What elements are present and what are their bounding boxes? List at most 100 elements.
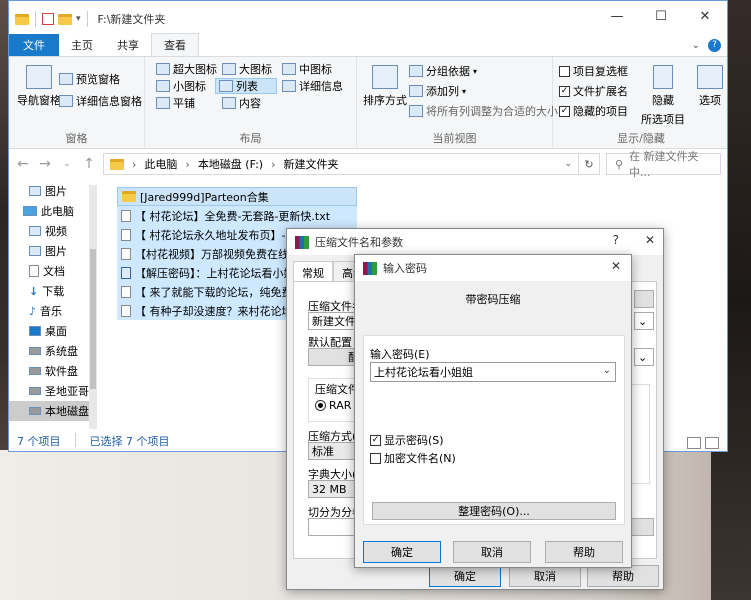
selected-count: 已选择 7 个项目 [89, 435, 170, 448]
drive-icon [29, 387, 41, 395]
archive-name-dropdown[interactable]: ⌄ [634, 312, 654, 330]
nav-item-system-drive[interactable]: 系统盘 [9, 341, 89, 361]
up-icon[interactable]: ↑ [81, 156, 97, 172]
desktop-icon [29, 326, 41, 336]
pictures-icon [29, 186, 41, 196]
nav-item-software-drive[interactable]: 软件盘 [9, 361, 89, 381]
refresh-button[interactable]: ↻ [578, 153, 600, 175]
preview-pane-button[interactable]: 预览窗格 [59, 71, 120, 87]
tab-view[interactable]: 查看 [151, 33, 199, 56]
nav-item-pictures-2[interactable]: 图片 [9, 241, 89, 261]
layout-small-icons[interactable]: 小图标 [153, 78, 209, 94]
help-button[interactable]: 帮助 [587, 565, 659, 587]
layout-list[interactable]: 列表 [215, 78, 277, 94]
address-dropdown-icon[interactable]: ⌄ [564, 159, 572, 169]
nav-item-drive-3[interactable]: 圣地亚哥 [9, 381, 89, 401]
nav-scrollbar[interactable] [89, 185, 97, 429]
fit-columns-button[interactable]: 将所有列调整为合适的大小 [409, 103, 558, 119]
dialog-title-bar: 压缩文件名和参数 ? ✕ [287, 229, 663, 255]
password-panel: 输入密码(E) 上村花论坛看小姐姐 ⌄ ✓ 显示密码(S) 加密文件名(N) 整理… [363, 335, 625, 525]
new-folder-icon[interactable] [58, 13, 72, 25]
layout-medium-icons[interactable]: 中图标 [279, 61, 335, 77]
nav-item-this-pc[interactable]: 此电脑 [9, 201, 89, 221]
window-title: F:\新建文件夹 [97, 13, 166, 26]
cancel-button[interactable]: 取消 [509, 565, 581, 587]
folder-icon [15, 13, 29, 25]
chevron-down-icon[interactable]: ▾ [76, 14, 81, 24]
hide-selected-icon [653, 65, 673, 89]
nav-pane-button[interactable]: 导航窗格 [17, 65, 61, 108]
breadcrumb-drive[interactable]: 本地磁盘 (F:) [198, 156, 263, 172]
update-mode-dropdown[interactable]: ⌄ [634, 348, 654, 366]
list-icon [219, 80, 233, 92]
cancel-button[interactable]: 取消 [453, 541, 531, 563]
ok-button[interactable]: 确定 [429, 565, 501, 587]
nav-item-music[interactable]: ♪ 音乐 [9, 301, 89, 321]
text-file-icon [121, 304, 131, 317]
group-by-button[interactable]: 分组依据 ▾ [409, 63, 477, 79]
breadcrumb-this-pc[interactable]: 此电脑 [144, 156, 177, 172]
content-icon [222, 97, 236, 109]
item-checkboxes-toggle[interactable]: 项目复选框 [559, 63, 628, 79]
ribbon-tabs: 文件 主页 共享 查看 ⌄ ? [9, 33, 727, 57]
add-columns-button[interactable]: 添加列 ▾ [409, 83, 466, 99]
tab-share[interactable]: 共享 [105, 34, 151, 56]
file-extensions-toggle[interactable]: ✓ 文件扩展名 [559, 83, 628, 99]
hide-selected-button[interactable]: 隐藏 所选项目 [641, 65, 685, 127]
breadcrumb-folder[interactable]: 新建文件夹 [283, 156, 338, 172]
download-icon: ↓ [29, 284, 39, 298]
nav-item-videos[interactable]: 视频 [9, 221, 89, 241]
layout-details[interactable]: 详细信息 [279, 78, 346, 94]
scrollbar-thumb[interactable] [90, 249, 96, 389]
list-item[interactable]: 【 村花论坛】全免费-无套路-更新快.txt [117, 206, 357, 225]
nav-item-desktop[interactable]: 桌面 [9, 321, 89, 341]
minimize-button[interactable]: — [595, 1, 639, 31]
properties-icon[interactable] [42, 13, 54, 25]
hidden-items-toggle[interactable]: ✓ 隐藏的项目 [559, 103, 628, 119]
preview-pane-icon [59, 73, 73, 85]
tab-home[interactable]: 主页 [59, 34, 105, 56]
layout-large-icons[interactable]: 大图标 [219, 61, 275, 77]
help-icon[interactable]: ? [613, 233, 619, 247]
show-password-checkbox[interactable]: ✓ 显示密码(S) [370, 432, 444, 448]
maximize-button[interactable]: ☐ [639, 1, 683, 31]
collapse-ribbon-icon[interactable]: ⌄ [692, 40, 700, 51]
close-button[interactable]: ✕ [611, 259, 621, 273]
nav-item-downloads[interactable]: ↓ 下载 [9, 281, 89, 301]
encrypt-filenames-checkbox[interactable]: 加密文件名(N) [370, 450, 456, 466]
layout-xl-icons[interactable]: 超大图标 [153, 61, 220, 77]
close-button[interactable]: ✕ [683, 1, 727, 31]
close-button[interactable]: ✕ [645, 233, 655, 247]
address-bar[interactable]: › 此电脑 › 本地磁盘 (F:) › 新建文件夹 ⌄ [103, 153, 579, 175]
nav-item-pictures[interactable]: 图片 [9, 181, 89, 201]
forward-icon[interactable]: → [37, 156, 53, 172]
nav-item-local-disk[interactable]: 本地磁盘 [9, 401, 89, 421]
recent-locations-icon[interactable]: ⌄ [59, 159, 75, 169]
tab-file[interactable]: 文件 [9, 34, 59, 56]
list-item[interactable]: [Jared999d]Parteon合集 [117, 187, 357, 206]
format-rar-radio[interactable]: RAR [315, 399, 351, 412]
layout-content[interactable]: 内容 [219, 95, 264, 111]
help-button[interactable]: 帮助 [545, 541, 623, 563]
ok-button[interactable]: 确定 [363, 541, 441, 563]
details-pane-button[interactable]: 详细信息窗格 [59, 93, 142, 109]
password-input[interactable]: 上村花论坛看小姐姐 ⌄ [370, 362, 616, 382]
tiles-icon [156, 97, 170, 109]
chevron-down-icon[interactable]: ⌄ [603, 365, 611, 376]
options-button[interactable]: 选项 [697, 65, 723, 108]
back-icon[interactable]: ← [15, 156, 31, 172]
search-box[interactable]: ⚲ 在 新建文件夹 中... [606, 150, 721, 179]
organize-passwords-button[interactable]: 整理密码(O)... [372, 502, 616, 520]
help-icon[interactable]: ? [708, 39, 721, 52]
pictures-icon [29, 246, 41, 256]
documents-icon [29, 265, 39, 277]
title-bar: ▾ F:\新建文件夹 — ☐ ✕ [9, 1, 727, 37]
browse-button[interactable] [634, 290, 654, 308]
nav-item-documents[interactable]: 文档 [9, 261, 89, 281]
dialog-heading: 带密码压缩 [465, 293, 521, 306]
sort-by-button[interactable]: 排序方式 [363, 65, 407, 108]
large-icons-view-icon[interactable] [705, 437, 719, 449]
nav-pane-icon [26, 65, 52, 89]
layout-tiles[interactable]: 平铺 [153, 95, 198, 111]
details-view-icon[interactable] [687, 437, 701, 449]
